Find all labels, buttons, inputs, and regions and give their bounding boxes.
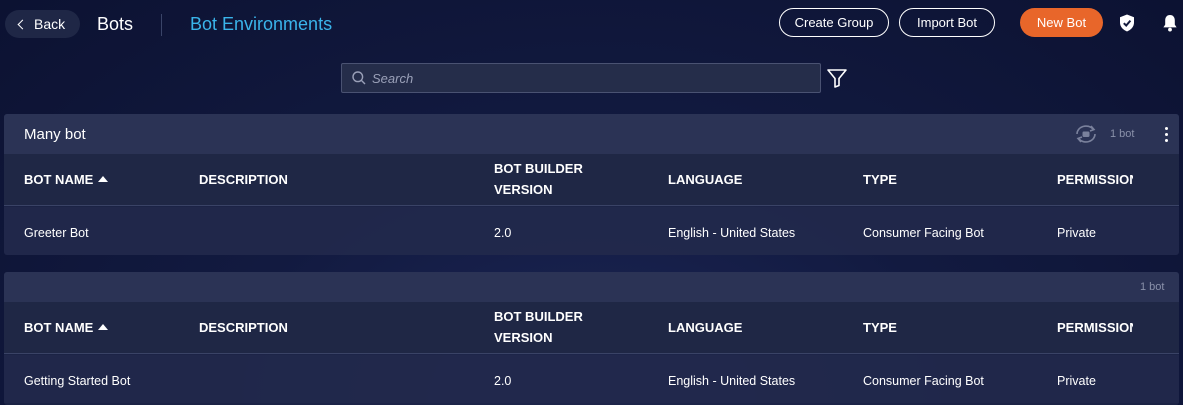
- column-header-permission[interactable]: PERMISSION: [1057, 317, 1133, 338]
- version-cell: 2.0: [494, 374, 512, 388]
- bell-icon[interactable]: [1160, 13, 1180, 33]
- top-header: Back Bots Bot Environments Create Group …: [0, 0, 1183, 48]
- bot-name-cell[interactable]: Getting Started Bot: [24, 374, 130, 388]
- back-button-label: Back: [34, 16, 66, 32]
- page-title: Bots: [97, 14, 134, 34]
- column-header-description[interactable]: DESCRIPTION: [199, 317, 288, 338]
- shield-icon[interactable]: [1117, 13, 1137, 33]
- group-name: Many bot: [24, 126, 86, 143]
- kebab-menu-icon[interactable]: [1156, 124, 1176, 144]
- type-cell: Consumer Facing Bot: [863, 374, 984, 388]
- column-header-bot-name[interactable]: BOT NAME: [24, 169, 109, 190]
- sort-up-icon: [98, 324, 109, 330]
- back-chevron-icon: [17, 19, 28, 30]
- column-header-bot-name[interactable]: BOT NAME: [24, 317, 109, 338]
- group-header: Many bot 1 bot: [4, 114, 1179, 154]
- search-input[interactable]: Search: [341, 63, 821, 93]
- sync-icon: [1076, 125, 1096, 143]
- header-divider: [161, 14, 162, 36]
- tab-bot-environments[interactable]: Bot Environments: [190, 14, 332, 35]
- create-group-button[interactable]: Create Group: [779, 8, 889, 37]
- group-bot-count: 1 bot: [1140, 281, 1165, 293]
- column-header-language[interactable]: LANGUAGE: [668, 317, 742, 338]
- bot-name-cell[interactable]: Greeter Bot: [24, 226, 89, 240]
- version-cell: 2.0: [494, 226, 512, 240]
- column-header-version[interactable]: BOT BUILDER VERSION: [494, 306, 583, 348]
- filter-icon[interactable]: [826, 67, 848, 89]
- language-cell: English - United States: [668, 374, 796, 388]
- type-cell: Consumer Facing Bot: [863, 226, 984, 240]
- sort-up-icon: [98, 176, 109, 182]
- language-cell: English - United States: [668, 226, 796, 240]
- search-placeholder: Search: [372, 70, 414, 86]
- column-header-permission[interactable]: PERMISSION: [1057, 169, 1133, 190]
- group-bot-count: 1 bot: [1110, 128, 1135, 140]
- column-header-description[interactable]: DESCRIPTION: [199, 169, 288, 190]
- back-button[interactable]: Back: [5, 10, 80, 38]
- bot-group: 1 bot BOT NAME DESCRIPTION BOT BUILDER VE…: [4, 272, 1179, 405]
- column-header-version[interactable]: BOT BUILDER VERSION: [494, 158, 583, 200]
- bot-group: Many bot 1 bot BOT NAME DESCRIPTION BOT …: [4, 114, 1179, 255]
- import-bot-button[interactable]: Import Bot: [899, 8, 995, 37]
- column-header-type[interactable]: TYPE: [863, 317, 897, 338]
- group-header: 1 bot: [4, 272, 1179, 302]
- permission-cell: Private: [1057, 226, 1096, 240]
- table-row[interactable]: Getting Started Bot 2.0 English - United…: [4, 355, 1179, 403]
- new-bot-button[interactable]: New Bot: [1020, 8, 1103, 37]
- column-header-language[interactable]: LANGUAGE: [668, 169, 742, 190]
- search-icon: [352, 71, 366, 85]
- permission-cell: Private: [1057, 374, 1096, 388]
- table-header: BOT NAME DESCRIPTION BOT BUILDER VERSION …: [4, 154, 1179, 206]
- table-row[interactable]: Greeter Bot 2.0 English - United States …: [4, 207, 1179, 255]
- table-header: BOT NAME DESCRIPTION BOT BUILDER VERSION …: [4, 302, 1179, 354]
- column-header-type[interactable]: TYPE: [863, 169, 897, 190]
